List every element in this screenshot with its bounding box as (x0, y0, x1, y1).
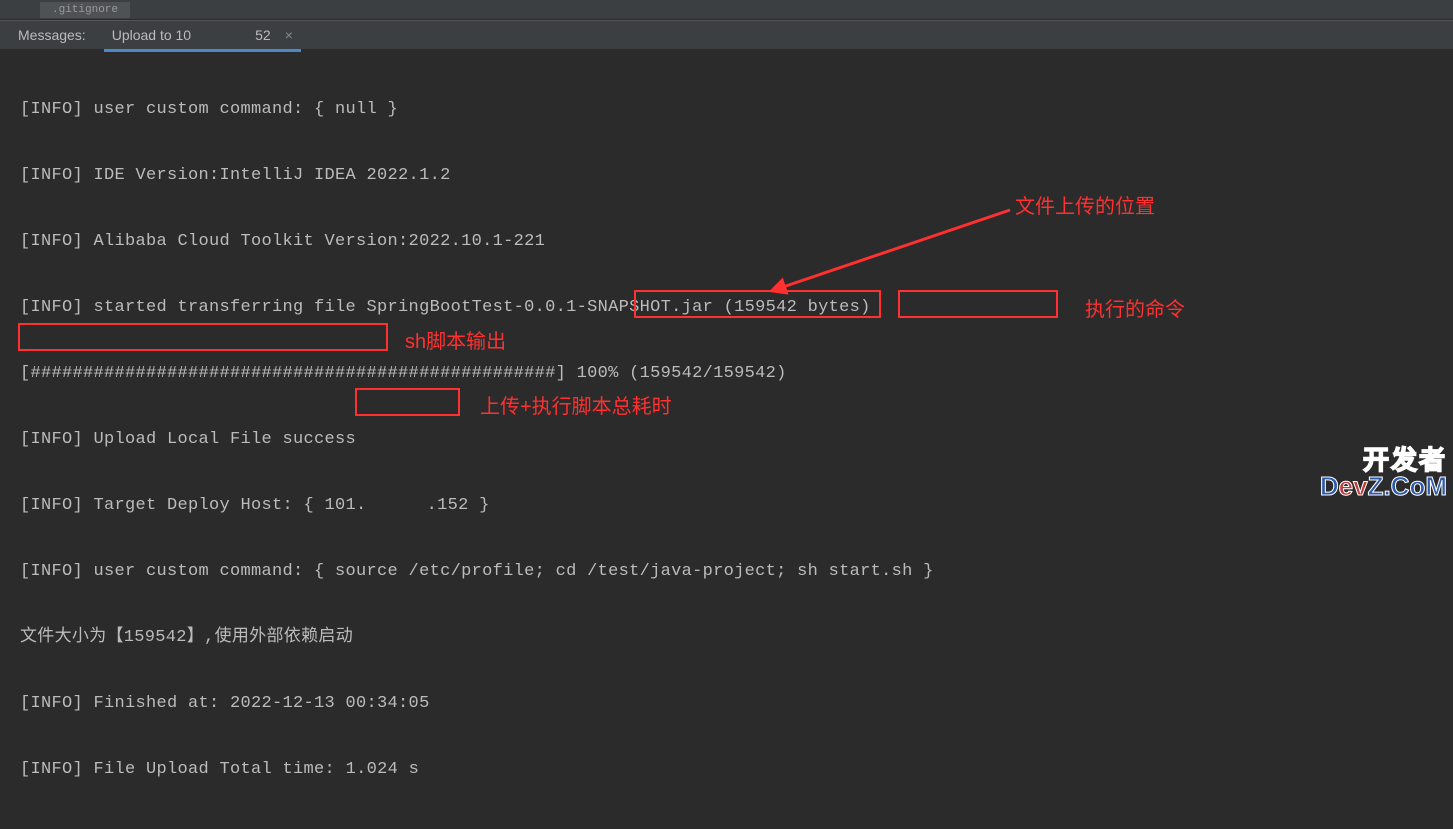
log-line: [INFO] Finished at: 2022-12-13 00:34:05 (20, 687, 1433, 720)
log-line: [INFO] IDE Version:IntelliJ IDEA 2022.1.… (20, 159, 1433, 192)
messages-label: Messages: (18, 27, 86, 43)
editor-tab-bar: .gitignore (0, 0, 1453, 20)
console-output: [INFO] user custom command: { null } [IN… (0, 50, 1453, 829)
script-output: 文件大小为【159542】,使用外部依赖启动 (20, 628, 353, 647)
total-time-value: 1.024 s (346, 760, 420, 779)
log-line: [INFO] File Upload Total time: 1.024 s (20, 753, 1433, 786)
annot-text-upload-location: 文件上传的位置 (1015, 190, 1155, 219)
upload-tab-text-pre: Upload to 10 (112, 27, 191, 43)
annot-text-total-time: 上传+执行脚本总耗时 (480, 390, 672, 419)
log-line: [INFO] Upload Local File success (20, 423, 1433, 456)
log-line: 文件大小为【159542】,使用外部依赖启动 (20, 621, 1433, 654)
messages-bar: Messages: Upload to 10 52 × (0, 20, 1453, 50)
watermark-line2: DevZ.CoM (1320, 473, 1447, 499)
log-line: [INFO] Target Deploy Host: { 101..152 } (20, 489, 1433, 522)
log-line: [INFO] user custom command: { null } (20, 93, 1433, 126)
log-line: [INFO] Alibaba Cloud Toolkit Version:202… (20, 225, 1433, 258)
deploy-path: /test/java-project (587, 562, 776, 581)
upload-tab[interactable]: Upload to 10 52 × (104, 23, 301, 47)
log-line: [INFO] user custom command: { source /et… (20, 555, 1433, 588)
log-line: [INFO] started transferring file SpringB… (20, 291, 1433, 324)
upload-tab-text-post: 52 (255, 27, 271, 43)
watermark-line1: 开发者 (1320, 447, 1447, 473)
ip-mask (199, 28, 247, 42)
log-line: [#######################################… (20, 357, 1433, 390)
watermark: 开发者 DevZ.CoM (1320, 447, 1447, 499)
close-icon[interactable]: × (285, 27, 293, 43)
start-command: sh start.sh (797, 562, 913, 581)
file-tab[interactable]: .gitignore (40, 2, 130, 18)
annot-text-sh-output: sh脚本输出 (405, 325, 506, 354)
annot-text-exec-cmd: 执行的命令 (1085, 293, 1185, 322)
